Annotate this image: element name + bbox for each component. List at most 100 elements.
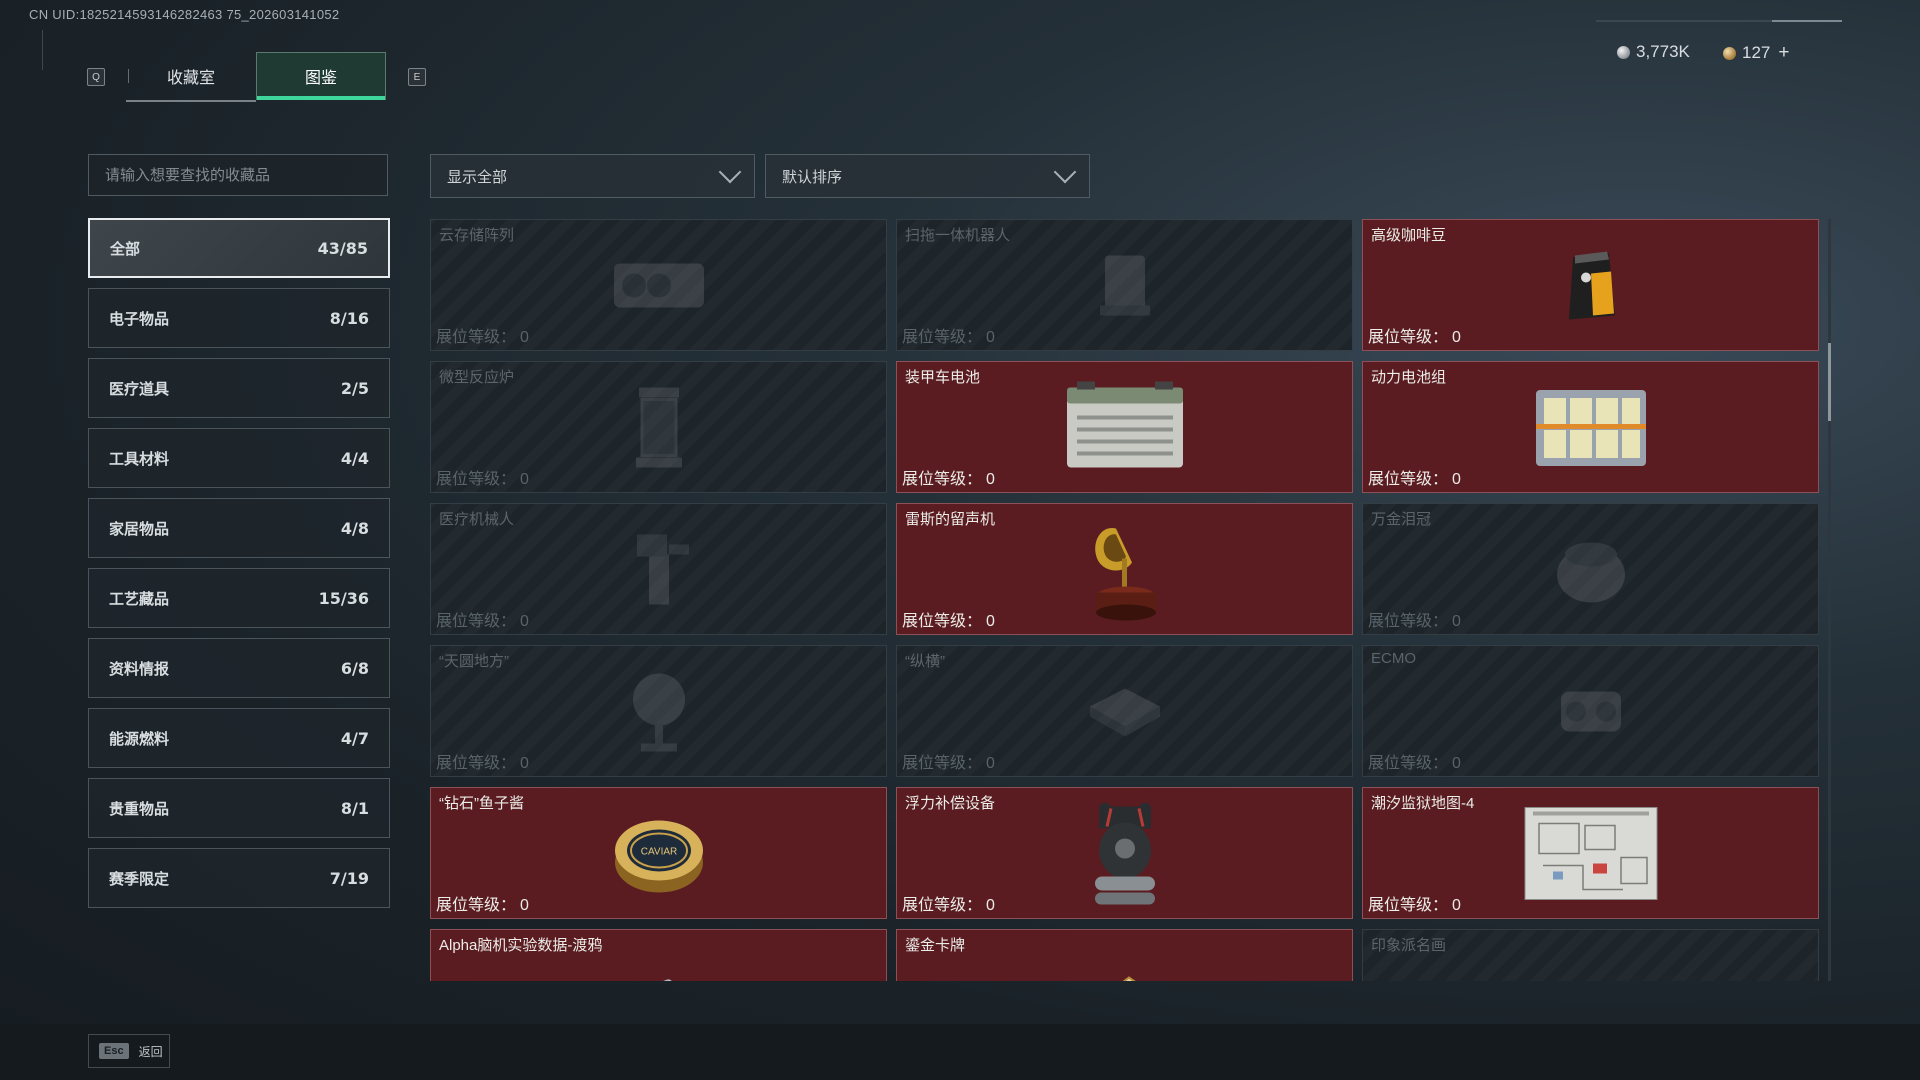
collectible-card[interactable]: 浮力补偿设备 展位等级： 0 [896,787,1353,919]
level-value: 0 [986,755,995,772]
category-seasonal[interactable]: 赛季限定 7/19 [88,848,390,908]
item-name: “天圆地方” [439,653,509,670]
silver-currency: 3,773K [1617,42,1690,62]
grid-scrollbar-thumb[interactable] [1828,343,1831,421]
collectible-card[interactable]: 万金泪冠 展位等级： 0 [1362,503,1819,635]
category-all[interactable]: 全部 43/85 [88,218,390,278]
e-key-hint: E [408,68,426,86]
level-label: 展位等级： [1368,755,1449,772]
category-list: 全部 43/85 电子物品 8/16 医疗道具 2/5 工具材料 4/4 家居物品 4/8… [88,218,390,918]
collectible-card[interactable]: 印象派名画 [1362,929,1819,981]
ecmo-icon [1541,671,1641,756]
collectible-card[interactable]: 雷斯的留声机 展位等级： 0 [896,503,1353,635]
collectible-card[interactable]: “钻石”鱼子酱 CAVIAR 展位等级： 0 [430,787,887,919]
category-count: 8/16 [329,308,369,328]
server-array-icon [599,245,719,330]
exhibit-level: 展位等级： 0 [902,465,995,489]
level-label: 展位等级： [902,755,983,772]
item-name: 动力电池组 [1371,369,1447,386]
collectible-card[interactable]: 潮汐监狱地图-4 展位等级： 0 [1362,787,1819,919]
item-name: 云存储阵列 [439,227,515,244]
silver-coin-icon [1617,45,1630,59]
exhibit-level: 展位等级： 0 [902,323,995,347]
collection-search[interactable] [88,154,388,196]
category-tools[interactable]: 工具材料 4/4 [88,428,390,488]
tab-encyclopedia[interactable]: 图鉴 [256,52,386,100]
category-medical[interactable]: 医疗道具 2/5 [88,358,390,418]
bottom-bar [0,1024,1920,1080]
item-name: ECMO [1371,650,1416,667]
caviar-tin-icon: CAVIAR [609,808,709,903]
level-value: 0 [520,471,529,488]
level-value: 0 [986,471,995,488]
exhibit-level: 展位等级： 0 [902,749,995,773]
collectible-card[interactable]: “天圆地方” 展位等级： 0 [430,645,887,777]
data-drive-icon [629,966,689,981]
level-label: 展位等级： [436,329,517,346]
tab-collection-room[interactable]: 收藏室 [126,52,256,102]
category-count: 2/5 [340,378,369,398]
level-label: 展位等级： [1368,897,1449,914]
crown-icon [1546,524,1636,619]
medical-robot-icon [619,524,699,619]
gold-amount: 127 [1742,43,1771,62]
collectible-card[interactable]: 云存储阵列 展位等级： 0 [430,219,887,351]
collectible-card[interactable]: Alpha脑机实验数据-渡鸦 [430,929,887,981]
player-uid: CN UID:1825214593146282463 75_2026031410… [29,7,340,22]
category-household[interactable]: 家居物品 4/8 [88,498,390,558]
robot-vacuum-icon [1080,240,1170,335]
category-count: 4/4 [340,448,369,468]
collectible-card[interactable]: “纵横” 展位等级： 0 [896,645,1353,777]
category-label: 家居物品 [109,520,170,538]
grid-scrollbar[interactable] [1828,219,1831,981]
level-label: 展位等级： [902,613,983,630]
exhibit-level: 展位等级： 0 [1368,607,1461,631]
category-intel[interactable]: 资料情报 6/8 [88,638,390,698]
add-currency-button[interactable]: + [1778,42,1789,64]
category-electronics[interactable]: 电子物品 8/16 [88,288,390,348]
level-label: 展位等级： [902,471,983,488]
level-label: 展位等级： [902,329,983,346]
display-filter-dropdown[interactable]: 显示全部 [430,154,755,198]
collectible-card[interactable]: ECMO 展位等级： 0 [1362,645,1819,777]
level-value: 0 [1452,329,1461,346]
category-label: 贵重物品 [109,800,170,818]
collectible-card[interactable]: 微型反应炉 展位等级： 0 [430,361,887,493]
top-decoration-line [1596,20,1842,22]
category-crafts[interactable]: 工艺藏品 15/36 [88,568,390,628]
gramophone-icon [1080,514,1170,629]
exhibit-level: 展位等级： 0 [436,749,529,773]
collectible-card[interactable]: 医疗机械人 展位等级： 0 [430,503,887,635]
q-key-hint: Q [87,68,105,86]
search-input[interactable] [89,155,387,195]
collectible-card[interactable]: 装甲车电池 展位等级： 0 [896,361,1353,493]
item-name: 雷斯的留声机 [905,511,996,528]
exhibit-level: 展位等级： 0 [436,323,529,347]
level-value: 0 [986,329,995,346]
category-label: 资料情报 [109,660,170,678]
collectible-card[interactable]: 动力电池组 展位等级： 0 [1362,361,1819,493]
category-label: 工艺藏品 [109,590,170,608]
level-value: 0 [520,897,529,914]
category-valuables[interactable]: 贵重物品 8/1 [88,778,390,838]
item-name: 万金泪冠 [1371,511,1432,528]
chevron-down-icon [718,160,742,184]
collectible-card[interactable]: 鎏金卡牌 [896,929,1353,981]
buoyancy-device-icon [1085,798,1165,913]
category-energy[interactable]: 能源燃料 4/7 [88,708,390,768]
gilded-card-icon [1085,966,1165,981]
chevron-down-icon [1053,160,1077,184]
collectible-card[interactable]: 扫拖一体机器人 展位等级： 0 [896,219,1353,351]
prison-map-icon [1523,805,1659,906]
exhibit-level: 展位等级： 0 [1368,465,1461,489]
level-value: 0 [986,613,995,630]
level-value: 0 [1452,897,1461,914]
collectible-card[interactable]: 高级咖啡豆 展位等级： 0 [1362,219,1819,351]
car-battery-icon [1055,377,1195,482]
item-name: 装甲车电池 [905,369,981,386]
exhibit-level: 展位等级： 0 [436,465,529,489]
gold-currency: 127 + [1723,42,1789,64]
sort-dropdown[interactable]: 默认排序 [765,154,1090,198]
exhibit-level: 展位等级： 0 [1368,323,1461,347]
back-button[interactable]: Esc 返回 [88,1034,170,1068]
